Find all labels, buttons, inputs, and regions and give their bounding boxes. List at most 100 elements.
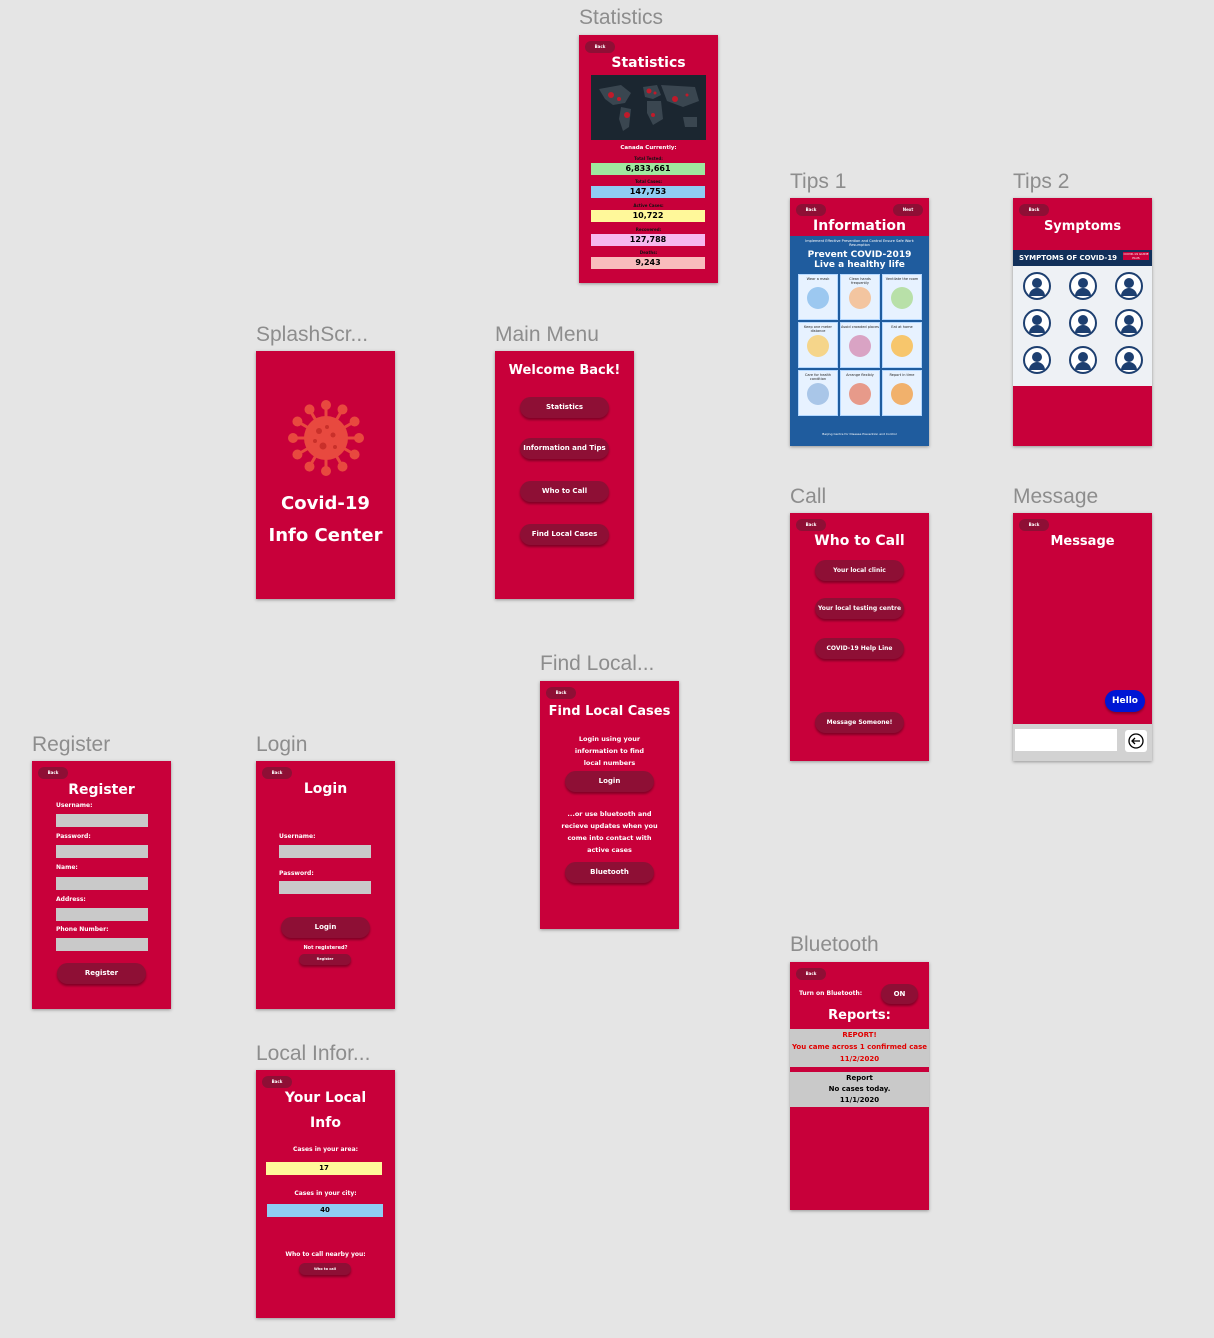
bluetooth-toggle[interactable]: ON: [881, 984, 918, 1004]
bluetooth-frame: Back Turn on Bluetooth: ON Reports: REPO…: [790, 962, 929, 1210]
report-card-alert[interactable]: REPORT! You came across 1 confirmed case…: [790, 1029, 929, 1067]
splash-frame: Covid-19 Info Center: [256, 351, 395, 599]
back-button[interactable]: Back: [796, 968, 826, 980]
message-input[interactable]: [1015, 729, 1117, 751]
arrow-left-icon: [1128, 733, 1144, 749]
address-label: Address:: [56, 896, 86, 903]
tips2-frame: Back Symptoms SYMPTOMS OF COVID-19 COVID…: [1013, 198, 1152, 446]
help-line-button[interactable]: COVID-19 Help Line: [815, 638, 904, 659]
login-password-label: Password:: [279, 870, 314, 877]
next-button[interactable]: Next: [893, 204, 923, 216]
poster-title-1: Prevent COVID-2019: [807, 250, 912, 260]
prevention-tip-card: Care for health condition: [798, 370, 838, 416]
splash-title-1: Covid-19: [281, 493, 370, 514]
prevention-tip-text: Wear a mask: [806, 277, 830, 281]
frame-label-splash[interactable]: SplashScr...: [256, 323, 368, 347]
splash-title-2: Info Center: [268, 525, 383, 546]
register-frame: Back Register Username: Password: Name: …: [32, 761, 171, 1009]
poster-title-2: Live a healthy life: [814, 260, 905, 270]
local-who-to-call-button[interactable]: Who to call: [299, 1263, 351, 1275]
stat-value: 147,753: [591, 186, 705, 198]
prevention-illustration: [891, 383, 913, 405]
find-local-bluetooth-button[interactable]: Bluetooth: [565, 862, 654, 883]
find-local-frame: Back Find Local Cases Login using your i…: [540, 681, 679, 929]
prevention-illustration: [807, 335, 829, 357]
login-button[interactable]: Login: [281, 917, 370, 938]
prevention-tip-text: Care for health condition: [804, 373, 832, 381]
name-input[interactable]: [56, 877, 148, 890]
frame-label-message[interactable]: Message: [1013, 485, 1098, 509]
login-register-button[interactable]: Register: [299, 954, 351, 965]
back-button[interactable]: Back: [585, 41, 615, 53]
back-button[interactable]: Back: [1019, 519, 1049, 531]
prevention-tip-text: Report in time: [889, 373, 915, 377]
login-password-input[interactable]: [279, 881, 371, 894]
find-local-login-button[interactable]: Login: [565, 771, 654, 792]
call-frame: Back Who to Call Your local clinic Your …: [790, 513, 929, 761]
back-button[interactable]: Back: [796, 204, 826, 216]
password-input[interactable]: [56, 845, 148, 858]
report-title: Report: [846, 1074, 873, 1082]
prevention-tip-card: Keep one meter distance: [798, 322, 838, 368]
testing-centre-button[interactable]: Your local testing centre: [815, 598, 904, 619]
information-title: Information: [813, 218, 906, 234]
username-input[interactable]: [56, 814, 148, 827]
frame-label-find-local[interactable]: Find Local...: [540, 652, 654, 676]
login-title: Login: [303, 781, 348, 797]
send-button[interactable]: [1125, 730, 1147, 752]
frame-label-bluetooth[interactable]: Bluetooth: [790, 933, 879, 957]
symptoms-banner: SYMPTOMS OF COVID-19 COVID-19 GUIDE PLUS: [1013, 250, 1152, 266]
frame-label-call[interactable]: Call: [790, 485, 826, 509]
frame-label-statistics[interactable]: Statistics: [579, 6, 663, 30]
prevention-illustration: [849, 335, 871, 357]
information-tips-button[interactable]: Information and Tips: [520, 438, 609, 459]
prevention-tip-text: Eat at home: [891, 325, 913, 329]
back-button[interactable]: Back: [262, 1076, 292, 1088]
cases-city-value: 40: [267, 1204, 383, 1217]
back-button[interactable]: Back: [38, 767, 68, 779]
stat-value: 10,722: [591, 210, 705, 222]
statistics-button[interactable]: Statistics: [520, 397, 609, 418]
prevention-tip-text: Avoid crowded places: [841, 325, 879, 329]
frame-label-register[interactable]: Register: [32, 733, 110, 757]
prevention-tip-card: Eat at home: [882, 322, 922, 368]
message-compose-bar: [1013, 724, 1152, 761]
back-button[interactable]: Back: [1019, 204, 1049, 216]
local-info-title-2: Info: [310, 1115, 341, 1131]
address-input[interactable]: [56, 908, 148, 921]
message-someone-button[interactable]: Message Someone!: [815, 712, 904, 733]
symptoms-poster: SYMPTOMS OF COVID-19 COVID-19 GUIDE PLUS: [1013, 250, 1152, 386]
frame-label-tips2[interactable]: Tips 2: [1013, 170, 1069, 194]
back-button[interactable]: Back: [796, 519, 826, 531]
reports-title: Reports:: [828, 1008, 891, 1023]
report-card[interactable]: Report No cases today. 11/1/2020: [790, 1072, 929, 1107]
stat-label: Deaths:: [639, 250, 658, 255]
prevention-tip-card: Clean hands frequently: [840, 274, 880, 320]
symptom-icon: [1023, 309, 1051, 337]
prevention-tip-card: Report in time: [882, 370, 922, 416]
main-menu-frame: Welcome Back! Statistics Information and…: [495, 351, 634, 599]
symptom-icon: [1115, 346, 1143, 374]
back-button[interactable]: Back: [546, 687, 576, 699]
frame-label-local-info[interactable]: Local Infor...: [256, 1042, 370, 1066]
symptoms-banner-text: SYMPTOMS OF COVID-19: [1019, 254, 1118, 262]
turn-on-bluetooth-label: Turn on Bluetooth:: [799, 990, 863, 997]
find-local-login-text: Login using your information to find loc…: [574, 735, 645, 767]
frame-label-login[interactable]: Login: [256, 733, 307, 757]
local-clinic-button[interactable]: Your local clinic: [815, 560, 904, 581]
who-to-call-button[interactable]: Who to Call: [520, 481, 609, 502]
prevention-illustration: [891, 287, 913, 309]
not-registered-text: Not registered?: [303, 945, 348, 951]
frame-label-tips1[interactable]: Tips 1: [790, 170, 846, 194]
frame-label-main-menu[interactable]: Main Menu: [495, 323, 599, 347]
prevention-tip-text: Arrange flexibly: [846, 373, 874, 377]
register-button[interactable]: Register: [57, 963, 146, 984]
who-to-call-title: Who to Call: [814, 533, 905, 549]
find-local-cases-button[interactable]: Find Local Cases: [520, 524, 609, 545]
canada-label: Canada Currently:: [620, 145, 677, 151]
stat-label: Total Cases:: [634, 179, 663, 184]
phone-input[interactable]: [56, 938, 148, 951]
back-button[interactable]: Back: [262, 767, 292, 779]
stat-label: Total Tested:: [634, 156, 663, 161]
login-username-input[interactable]: [279, 845, 371, 858]
